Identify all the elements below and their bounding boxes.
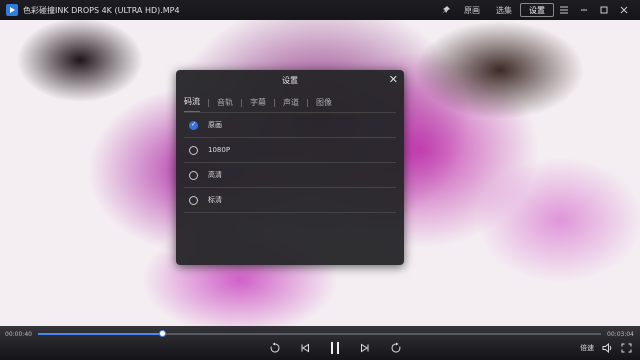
next-icon[interactable] xyxy=(359,340,371,356)
app-logo-icon xyxy=(6,4,18,16)
option-label: 1080P xyxy=(208,146,231,154)
dialog-close-icon[interactable]: ✕ xyxy=(389,73,398,87)
option-label: 高清 xyxy=(208,171,222,179)
tab-audio-track[interactable]: 音轨 xyxy=(217,97,233,112)
close-icon[interactable] xyxy=(616,2,632,18)
elapsed-time: 00:00:40 xyxy=(5,331,32,338)
settings-button[interactable]: 设置 xyxy=(520,3,554,17)
rewind-icon[interactable] xyxy=(268,340,282,356)
radio-checked-icon[interactable] xyxy=(189,120,198,130)
tab-divider xyxy=(274,99,275,107)
progress-handle[interactable] xyxy=(158,330,166,337)
tab-divider xyxy=(307,99,308,107)
settings-tabs: 码流 音轨 字幕 声道 图像 xyxy=(176,92,404,112)
radio-icon[interactable] xyxy=(189,170,198,180)
quality-options: 原画 1080P 高清 标清 xyxy=(176,113,404,213)
radio-icon[interactable] xyxy=(189,195,198,205)
tab-divider xyxy=(241,99,242,107)
previous-icon[interactable] xyxy=(299,340,311,356)
tab-bitrate[interactable]: 码流 xyxy=(184,96,200,112)
control-bar: 00:00:40 00:03:04 倍速 xyxy=(0,326,640,360)
tab-image[interactable]: 图像 xyxy=(316,97,332,112)
option-hd[interactable]: 高清 xyxy=(184,163,396,188)
settings-dialog: 设置 ✕ 码流 音轨 字幕 声道 图像 原画 1080P 高清 标清 xyxy=(176,70,404,265)
option-sd[interactable]: 标清 xyxy=(184,188,396,213)
progress-fill xyxy=(38,333,162,335)
minimize-icon[interactable] xyxy=(576,2,592,18)
tab-channel[interactable]: 声道 xyxy=(283,97,299,112)
total-time: 00:03:04 xyxy=(607,331,634,338)
original-quality-button[interactable]: 原画 xyxy=(456,3,488,17)
progress-bar[interactable] xyxy=(38,330,601,337)
more-icon[interactable] xyxy=(556,2,572,18)
volume-icon[interactable] xyxy=(601,340,613,356)
speed-label: 倍速 xyxy=(580,344,594,352)
fast-forward-icon[interactable] xyxy=(389,340,403,356)
speed-button[interactable]: 倍速 xyxy=(579,340,595,356)
title-bar: 色彩碰撞INK DROPS 4K (ULTRA HD).MP4 原画 选集 设置 xyxy=(0,0,640,20)
tab-subtitle[interactable]: 字幕 xyxy=(250,97,266,112)
tab-divider xyxy=(208,99,209,107)
radio-icon[interactable] xyxy=(189,145,198,155)
option-label: 标清 xyxy=(208,196,222,204)
maximize-icon[interactable] xyxy=(596,2,612,18)
option-original[interactable]: 原画 xyxy=(184,113,396,138)
dialog-title: 设置 xyxy=(282,75,298,85)
window-title: 色彩碰撞INK DROPS 4K (ULTRA HD).MP4 xyxy=(23,5,180,15)
fullscreen-icon[interactable] xyxy=(619,340,633,356)
pause-icon[interactable] xyxy=(327,340,343,356)
episodes-button[interactable]: 选集 xyxy=(488,3,520,17)
pin-icon[interactable] xyxy=(438,2,454,18)
option-label: 原画 xyxy=(208,121,222,129)
option-1080p[interactable]: 1080P xyxy=(184,138,396,163)
